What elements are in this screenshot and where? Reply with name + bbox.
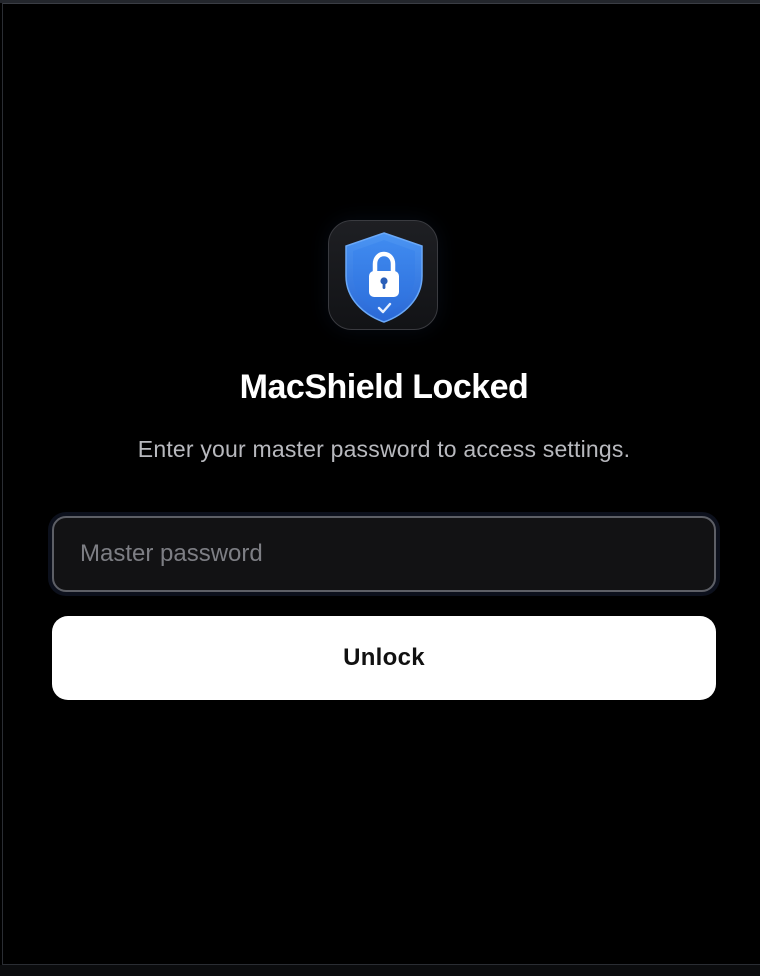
page-title: MacShield Locked bbox=[239, 368, 529, 406]
window-bottom-edge bbox=[0, 965, 760, 976]
app-icon-tile bbox=[328, 220, 438, 330]
master-password-input[interactable] bbox=[52, 516, 716, 592]
shield-lock-icon bbox=[345, 232, 423, 323]
lock-window bbox=[2, 3, 760, 965]
instruction-text: Enter your master password to access set… bbox=[137, 436, 631, 462]
unlock-button[interactable]: Unlock bbox=[52, 616, 716, 700]
